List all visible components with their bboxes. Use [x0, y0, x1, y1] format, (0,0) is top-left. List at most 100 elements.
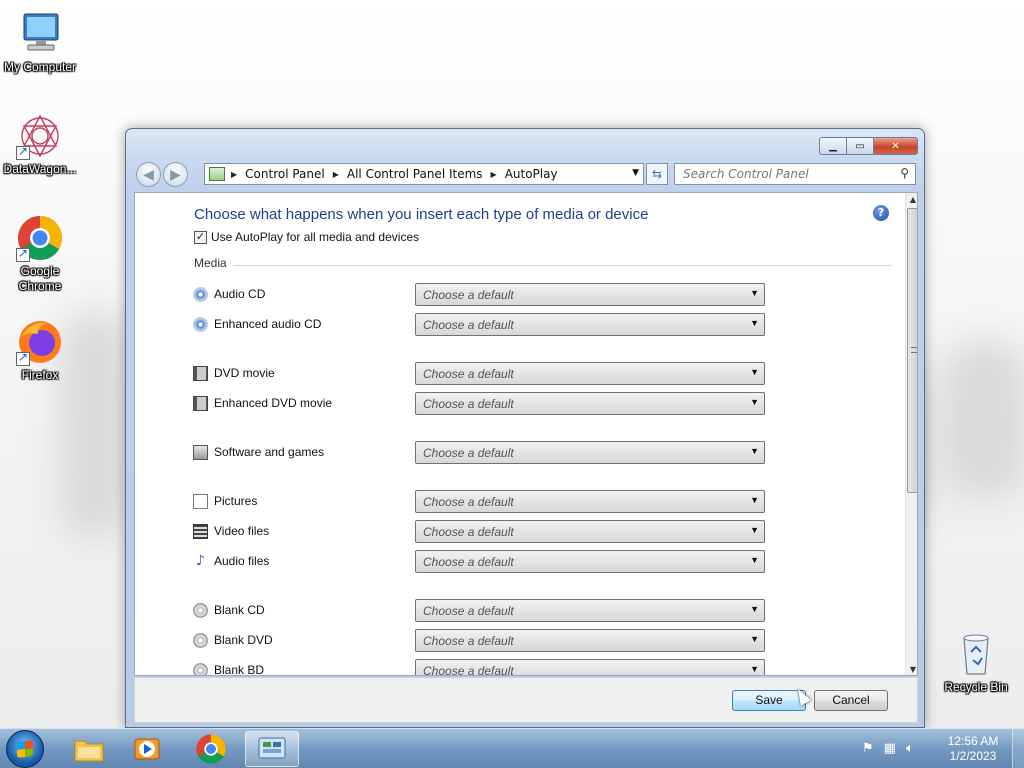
clock-time: 12:56 AM	[947, 734, 999, 748]
navigation-bar: ◀ ▶ ▶ Control Panel ▶ All Control Panel …	[134, 161, 918, 188]
software-select[interactable]: Choose a default ▼	[415, 441, 765, 464]
dvd-movie-select[interactable]: Choose a default ▼	[415, 362, 765, 385]
scroll-up-icon[interactable]: ▲	[906, 193, 917, 207]
blank-cd-select[interactable]: Choose a default ▼	[415, 599, 765, 622]
desktop-icon-my-computer[interactable]: My Computer	[0, 10, 80, 75]
minimize-button[interactable]: ▁	[819, 137, 847, 155]
clock[interactable]: 12:56 AM 1/2/2023	[940, 734, 1006, 764]
media-row-blank-dvd: Blank DVD Choose a default ▼	[193, 629, 893, 653]
shortcut-arrow-icon	[16, 350, 30, 366]
network-icon[interactable]: ▦	[884, 741, 896, 756]
search-placeholder: Search Control Panel	[683, 167, 809, 181]
media-row-dvd-movie: DVD movie Choose a default ▼	[193, 362, 893, 386]
chevron-down-icon: ▼	[750, 555, 759, 565]
maximize-icon: ▭	[855, 140, 865, 152]
taskbar-explorer[interactable]	[62, 731, 116, 767]
enhanced-dvd-icon	[193, 396, 208, 411]
enhanced-audio-cd-select[interactable]: Choose a default ▼	[415, 313, 765, 336]
taskbar-chrome[interactable]	[184, 731, 238, 767]
section-divider	[194, 265, 892, 266]
media-row-pictures: Pictures Choose a default ▼	[193, 490, 893, 514]
forward-button[interactable]: ▶	[163, 162, 188, 187]
media-label: Blank BD	[214, 663, 265, 676]
pictures-select[interactable]: Choose a default ▼	[415, 490, 765, 513]
cancel-button[interactable]: Cancel	[814, 690, 888, 711]
chrome-icon	[196, 734, 226, 764]
maximize-button[interactable]: ▭	[847, 137, 874, 155]
breadcrumb-autoplay[interactable]: AutoPlay	[505, 167, 558, 181]
blank-dvd-select[interactable]: Choose a default ▼	[415, 629, 765, 652]
media-label: Audio CD	[214, 287, 266, 301]
desktop-icon-chrome[interactable]: Google Chrome	[0, 214, 80, 294]
taskbar-media-player[interactable]	[120, 731, 174, 767]
forward-arrow-icon: ▶	[170, 166, 181, 183]
autoplay-checkbox-label: Use AutoPlay for all media and devices	[211, 230, 420, 244]
desktop-icon-firefox[interactable]: Firefox	[0, 318, 80, 383]
recycle-bin-icon	[952, 630, 1000, 678]
refresh-button[interactable]: ⇆	[646, 163, 668, 185]
taskbar-control-panel[interactable]	[245, 731, 299, 767]
breadcrumb-control-panel[interactable]: Control Panel	[245, 167, 325, 181]
scrollbar-thumb[interactable]	[907, 208, 917, 493]
media-row-enhanced-audio-cd: Enhanced audio CD Choose a default ▼	[193, 313, 893, 337]
chevron-down-icon: ▼	[750, 397, 759, 407]
breadcrumb-all-items[interactable]: All Control Panel Items	[347, 167, 483, 181]
breadcrumb-arrow-icon[interactable]: ▶	[231, 170, 237, 179]
media-label: Enhanced audio CD	[214, 317, 322, 331]
action-center-flag-icon[interactable]: ⚑	[862, 741, 874, 756]
breadcrumb-arrow-icon[interactable]: ▶	[491, 170, 497, 179]
media-label: Software and games	[214, 445, 325, 459]
address-dropdown-icon[interactable]: ▼	[632, 168, 639, 178]
shortcut-arrow-icon	[16, 246, 30, 262]
refresh-icon: ⇆	[651, 167, 663, 181]
chevron-down-icon: ▼	[750, 525, 759, 535]
autoplay-checkbox[interactable]: ✓	[194, 230, 207, 244]
blank-bd-select[interactable]: Choose a default ▼	[415, 659, 765, 675]
chevron-down-icon: ▼	[750, 367, 759, 377]
media-label: Pictures	[214, 494, 258, 508]
minimize-icon: ▁	[829, 140, 837, 152]
desktop-icon-label: Recycle Bin	[944, 680, 1008, 694]
shortcut-arrow-icon	[16, 144, 30, 160]
volume-icon[interactable]: 🔈︎	[906, 741, 914, 756]
chevron-down-icon: ▼	[750, 604, 759, 614]
search-input[interactable]: Search Control Panel ⚲	[674, 163, 916, 185]
audio-files-select[interactable]: Choose a default ▼	[415, 550, 765, 573]
chevron-down-icon: ▼	[750, 495, 759, 505]
media-label: DVD movie	[214, 366, 275, 380]
video-files-select[interactable]: Choose a default ▼	[415, 520, 765, 543]
start-button[interactable]	[6, 730, 44, 768]
blank-dvd-icon	[193, 633, 208, 648]
help-icon[interactable]: ?	[873, 205, 889, 221]
firefox-icon	[16, 318, 64, 366]
media-row-blank-bd: Blank BD Choose a default ▼	[193, 659, 893, 676]
media-row-software: Software and games Choose a default ▼	[193, 441, 893, 465]
desktop-icon-recycle-bin[interactable]: Recycle Bin	[936, 630, 1016, 695]
address-bar[interactable]: ▶ Control Panel ▶ All Control Panel Item…	[204, 163, 644, 185]
show-desktop-button[interactable]	[1012, 729, 1024, 768]
taskbar: ⚑ ▦ 🔈︎ 12:56 AM 1/2/2023	[0, 728, 1024, 768]
back-arrow-icon: ◀	[143, 166, 154, 183]
media-row-enhanced-dvd: Enhanced DVD movie Choose a default ▼	[193, 392, 893, 416]
back-button[interactable]: ◀	[136, 162, 161, 187]
search-icon[interactable]: ⚲	[900, 166, 909, 180]
close-button[interactable]: ✕	[874, 137, 918, 155]
folder-icon	[74, 740, 104, 762]
media-row-blank-cd: Blank CD Choose a default ▼	[193, 599, 893, 623]
media-label: Enhanced DVD movie	[214, 396, 333, 410]
enhanced-audio-cd-icon	[193, 317, 208, 332]
blank-bd-icon	[193, 663, 208, 675]
desktop-icon-datawagon[interactable]: DataWagon...	[0, 112, 80, 177]
scroll-down-icon[interactable]: ▼	[906, 663, 917, 675]
media-label: Audio files	[214, 554, 270, 568]
enhanced-dvd-select[interactable]: Choose a default ▼	[415, 392, 765, 415]
audio-cd-icon	[193, 287, 208, 302]
close-icon: ✕	[891, 140, 900, 152]
vertical-scrollbar[interactable]: ▲ ▼	[905, 193, 917, 675]
control-panel-icon	[209, 167, 225, 181]
autoplay-window: ▁ ▭ ✕ ◀ ▶ ▶ Control Panel ▶ All Control …	[125, 128, 925, 728]
computer-icon	[16, 10, 64, 58]
breadcrumb-arrow-icon[interactable]: ▶	[333, 170, 339, 179]
audio-cd-select[interactable]: Choose a default ▼	[415, 283, 765, 306]
autoplay-checkbox-row[interactable]: ✓ Use AutoPlay for all media and devices	[194, 230, 419, 244]
